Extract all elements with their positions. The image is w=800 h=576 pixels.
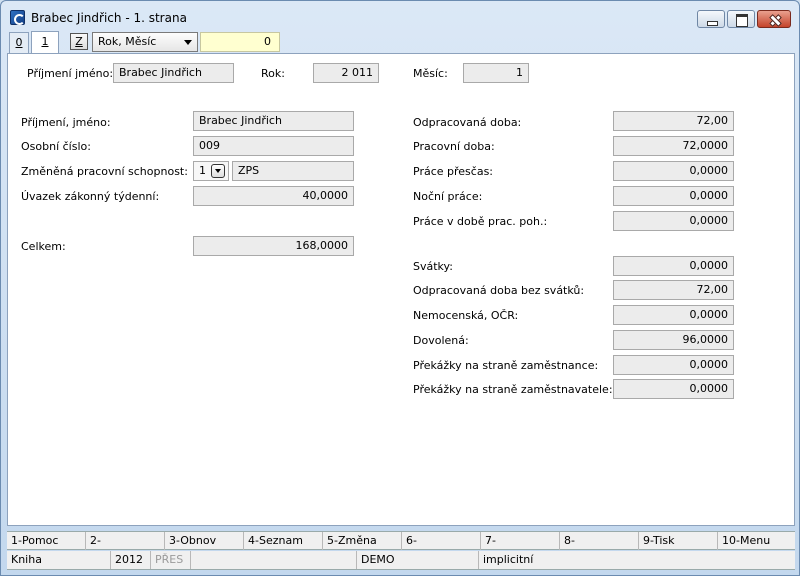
holidays-label: Svátky: bbox=[413, 260, 453, 273]
obstacle-employer-field[interactable]: 0,0000 bbox=[613, 379, 734, 399]
tab-page-0[interactable]: 0 bbox=[9, 32, 29, 53]
working-time-label: Pracovní doba: bbox=[413, 140, 495, 153]
name-label: Příjmení, jméno: bbox=[21, 116, 111, 129]
period-select-value: Rok, Měsíc bbox=[98, 35, 157, 48]
status-mode: PŘES bbox=[151, 551, 191, 569]
app-logo-icon bbox=[10, 10, 25, 25]
function-key-bar: 1-Pomoc 2- 3-Obnov 4-Seznam 5-Změna 6- 7… bbox=[7, 531, 795, 550]
window-title: Brabec Jindřich - 1. strana bbox=[31, 11, 187, 25]
night-work-field[interactable]: 0,0000 bbox=[613, 186, 734, 206]
worked-time-field[interactable]: 72,00 bbox=[613, 111, 734, 131]
standby-work-label: Práce v době prac. poh.: bbox=[413, 215, 548, 228]
fkey-6[interactable]: 6- bbox=[402, 532, 481, 550]
holidays-field[interactable]: 0,0000 bbox=[613, 256, 734, 276]
fkey-8[interactable]: 8- bbox=[560, 532, 639, 550]
fkey-1-help[interactable]: 1-Pomoc bbox=[7, 532, 86, 550]
status-profile: implicitní bbox=[483, 553, 534, 566]
weekly-hours-label: Úvazek zákonný týdenní: bbox=[21, 190, 160, 203]
working-time-field[interactable]: 72,0000 bbox=[613, 136, 734, 156]
fkey-2[interactable]: 2- bbox=[86, 532, 165, 550]
vacation-label: Dovolená: bbox=[413, 334, 469, 347]
status-empty-1 bbox=[191, 551, 357, 569]
capacity-code-value: 1 bbox=[199, 164, 206, 177]
obstacle-employer-label: Překážky na straně zaměstnavatele: bbox=[413, 383, 613, 396]
vacation-field[interactable]: 96,0000 bbox=[613, 330, 734, 350]
title-bar[interactable]: Brabec Jindřich - 1. strana bbox=[1, 1, 799, 31]
header-name-field[interactable]: Brabec Jindřich bbox=[113, 63, 234, 83]
period-value-input[interactable]: 0 bbox=[200, 32, 280, 52]
capacity-dropdown-icon[interactable] bbox=[211, 164, 225, 178]
app-window: Brabec Jindřich - 1. strana 0 1 Z Rok, M… bbox=[0, 0, 800, 576]
weekly-hours-field[interactable]: 40,0000 bbox=[193, 186, 354, 206]
tab-page-1[interactable]: 1 bbox=[31, 31, 59, 53]
fkey-10-menu[interactable]: 10-Menu bbox=[718, 532, 795, 550]
fkey-5-change[interactable]: 5-Změna bbox=[323, 532, 402, 550]
status-bar: Kniha 2012 PŘES DEMO implicitní bbox=[7, 551, 795, 570]
personal-number-label: Osobní číslo: bbox=[21, 140, 91, 153]
header-year-label: Rok: bbox=[261, 67, 285, 80]
sick-leave-field[interactable]: 0,0000 bbox=[613, 305, 734, 325]
status-book: Kniha bbox=[7, 551, 111, 569]
header-name-label: Příjmení jméno: bbox=[27, 67, 114, 80]
close-button[interactable] bbox=[757, 10, 791, 28]
name-field[interactable]: Brabec Jindřich bbox=[193, 111, 354, 131]
obstacle-employee-field[interactable]: 0,0000 bbox=[613, 355, 734, 375]
status-database: DEMO bbox=[357, 551, 479, 569]
fkey-7[interactable]: 7- bbox=[481, 532, 560, 550]
sick-leave-label: Nemocenská, OČR: bbox=[413, 309, 519, 322]
page-toolbar: 0 1 Z Rok, Měsíc 0 bbox=[7, 31, 795, 53]
overtime-label: Práce přesčas: bbox=[413, 165, 494, 178]
chevron-down-icon bbox=[184, 40, 192, 45]
total-field[interactable]: 168,0000 bbox=[193, 236, 354, 256]
worked-no-holidays-label: Odpracovaná doba bez svátků: bbox=[413, 284, 585, 297]
form-panel: Příjmení jméno: Brabec Jindřich Rok: 2 0… bbox=[7, 53, 795, 526]
header-month-label: Měsíc: bbox=[413, 67, 448, 80]
fkey-9-print[interactable]: 9-Tisk bbox=[639, 532, 718, 550]
fkey-3-refresh[interactable]: 3-Obnov bbox=[165, 532, 244, 550]
minimize-button[interactable] bbox=[697, 10, 725, 28]
total-label: Celkem: bbox=[21, 240, 66, 253]
personal-number-field[interactable]: 009 bbox=[193, 136, 354, 156]
fkey-4-list[interactable]: 4-Seznam bbox=[244, 532, 323, 550]
worked-no-holidays-field[interactable]: 72,00 bbox=[613, 280, 734, 300]
overtime-field[interactable]: 0,0000 bbox=[613, 161, 734, 181]
status-year: 2012 bbox=[111, 551, 151, 569]
capacity-text-field[interactable]: ZPS bbox=[232, 161, 354, 181]
obstacle-employee-label: Překážky na straně zaměstnance: bbox=[413, 359, 599, 372]
standby-work-field[interactable]: 0,0000 bbox=[613, 211, 734, 231]
header-month-field[interactable]: 1 bbox=[463, 63, 529, 83]
worked-time-label: Odpracovaná doba: bbox=[413, 116, 522, 129]
night-work-label: Noční práce: bbox=[413, 190, 483, 203]
maximize-button[interactable] bbox=[727, 10, 755, 28]
z-button[interactable]: Z bbox=[70, 33, 88, 50]
period-select[interactable]: Rok, Měsíc bbox=[92, 32, 198, 52]
header-year-field[interactable]: 2 011 bbox=[313, 63, 379, 83]
capacity-label: Změněná pracovní schopnost: bbox=[21, 165, 188, 178]
